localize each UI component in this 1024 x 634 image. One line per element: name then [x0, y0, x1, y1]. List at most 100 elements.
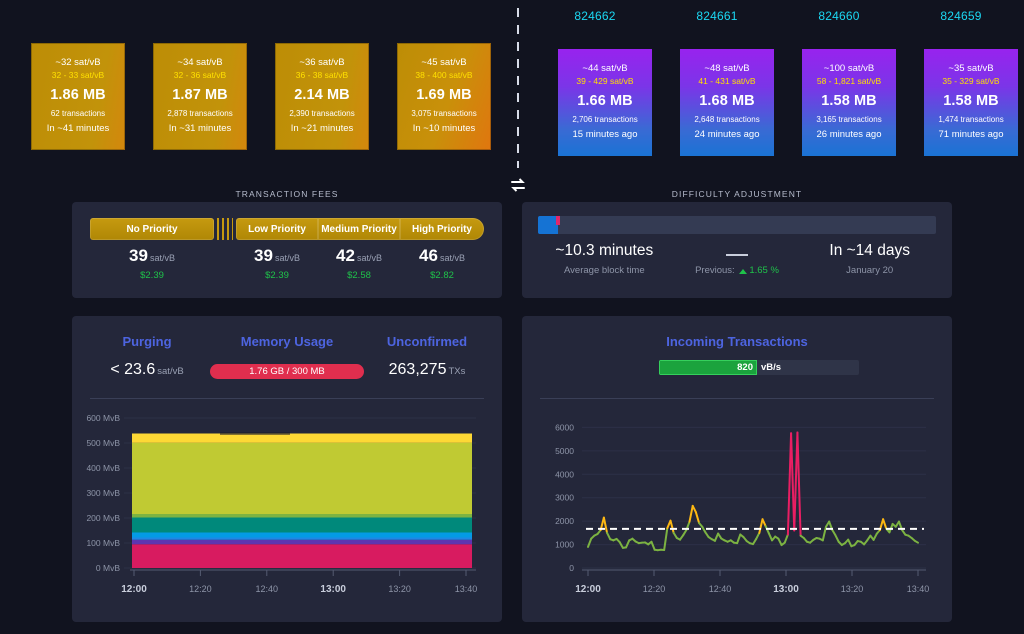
fee-value-gap	[214, 246, 236, 288]
block-eta: In ~10 minutes	[412, 122, 476, 134]
fee-values-row: 39 sat/vB $2.39 39 sat/vB $2.39 42 sat/vB $…	[90, 246, 484, 288]
incoming-transactions-panel: Incoming Transactions 820 vB/s 0 1000 2000…	[522, 316, 952, 622]
svg-text:13:20: 13:20	[388, 584, 411, 594]
median-fee: ~48 sat/vB	[704, 63, 750, 75]
svg-text:12:40: 12:40	[256, 584, 279, 594]
fee-tier-high-priority[interactable]: High Priority	[400, 218, 484, 240]
fee-range: 58 - 1,821 sat/vB	[816, 76, 882, 87]
block-age: 71 minutes ago	[938, 128, 1004, 140]
next-adjustment-stat: In ~14 days January 20	[803, 242, 936, 276]
fee-unit: sat/vB	[439, 253, 465, 263]
fee-bar-gap	[214, 218, 236, 240]
fee-usd: $2.82	[430, 270, 454, 281]
blocks-row: ~32 sat/vB 32 - 33 sat/vB 1.86 MB 62 tra…	[0, 0, 1024, 192]
mempool-stats-panel: Purging < 23.6 sat/vB Memory Usage 1.76 G…	[72, 316, 502, 622]
unconfirmed-value: 263,275	[388, 361, 447, 378]
block-height-link[interactable]: 824660	[789, 9, 889, 23]
divider-dashed-line	[517, 8, 519, 168]
previous-unit: %	[770, 265, 779, 276]
incoming-transactions-chart[interactable]: 0 1000 2000 3000 4000 5000 6000 12:00 12:20 12:40…	[522, 408, 952, 614]
median-fee: ~36 sat/vB	[299, 57, 345, 69]
mempool-block[interactable]: ~34 sat/vB 32 - 36 sat/vB 1.87 MB 2,878 …	[140, 30, 247, 150]
svg-text:400 MvB: 400 MvB	[86, 463, 120, 473]
mempool-area-chart-svg[interactable]: 0 MvB 100 MvB 200 MvB 300 MvB 400 MvB 500 MvB…	[72, 408, 502, 614]
svg-text:0 MvB: 0 MvB	[96, 563, 120, 573]
difficulty-progress-fill	[538, 216, 558, 234]
fee-range: 32 - 33 sat/vB	[51, 70, 105, 81]
mined-block[interactable]: ~48 sat/vB 41 - 431 sat/vB 1.68 MB 2,648…	[667, 36, 774, 156]
svg-text:12:20: 12:20	[189, 584, 212, 594]
block-age: 24 minutes ago	[694, 128, 760, 140]
median-fee: ~44 sat/vB	[582, 63, 628, 75]
mempool-blocks-strip: ~32 sat/vB 32 - 33 sat/vB 1.86 MB 62 tra…	[0, 0, 500, 165]
panel-divider	[90, 398, 484, 399]
block-height-link[interactable]: 824661	[667, 9, 767, 23]
mined-block[interactable]: ~35 sat/vB 35 - 329 sat/vB 1.58 MB 1,474…	[911, 36, 1018, 156]
transaction-count: 2,390 transactions	[289, 108, 355, 118]
fee-range: 36 - 38 sat/vB	[295, 70, 349, 81]
mined-block[interactable]: ~100 sat/vB 58 - 1,821 sat/vB 1.58 MB 3,…	[789, 36, 896, 156]
block-size: 1.68 MB	[699, 92, 755, 109]
mined-block-face[interactable]: ~35 sat/vB 35 - 329 sat/vB 1.58 MB 1,474…	[924, 49, 1018, 156]
difficulty-change-stat: Previous: 1.65 %	[671, 242, 804, 276]
transaction-count: 3,165 transactions	[816, 114, 882, 124]
mined-block-face[interactable]: ~48 sat/vB 41 - 431 sat/vB 1.68 MB 2,648…	[680, 49, 774, 156]
fee-range: 39 - 429 sat/vB	[576, 76, 634, 87]
memory-usage-title: Memory Usage	[240, 334, 334, 349]
svg-text:12:00: 12:00	[575, 584, 601, 595]
block-size: 1.66 MB	[577, 92, 633, 109]
incoming-rate-unit: vB/s	[761, 362, 782, 373]
svg-text:12:40: 12:40	[709, 584, 732, 594]
fee-tier-low-priority[interactable]: Low Priority	[236, 218, 318, 240]
mined-blocks-strip: 824662 ~44 sat/vB 39 - 429 sat/vB 1.66 M…	[535, 0, 1024, 165]
mempool-block-face[interactable]: ~36 sat/vB 36 - 38 sat/vB 2.14 MB 2,390 …	[275, 43, 369, 150]
block-age: 26 minutes ago	[816, 128, 882, 140]
average-block-time-label: Average block time	[564, 265, 645, 276]
svg-text:300 MvB: 300 MvB	[86, 488, 120, 498]
fee-range: 38 - 400 sat/vB	[415, 70, 473, 81]
incoming-rate-fill: 820	[659, 360, 757, 375]
svg-text:5000: 5000	[555, 446, 574, 456]
fee-value-high-priority: 46 sat/vB $2.82	[400, 246, 484, 288]
mempool-size-chart[interactable]: 0 MvB 100 MvB 200 MvB 300 MvB 400 MvB 500 MvB…	[72, 408, 502, 614]
mempool-block[interactable]: ~45 sat/vB 38 - 400 sat/vB 1.69 MB 3,075…	[384, 30, 491, 150]
next-adjustment-date: January 20	[846, 265, 894, 276]
svg-text:0: 0	[569, 563, 574, 573]
fee-unit: sat/vB	[356, 253, 382, 263]
mempool-block-face[interactable]: ~32 sat/vB 32 - 33 sat/vB 1.86 MB 62 tra…	[31, 43, 125, 150]
block-eta: In ~41 minutes	[46, 122, 110, 134]
fee-usd: $2.39	[265, 270, 289, 281]
mempool-stats-row: Purging < 23.6 sat/vB Memory Usage 1.76 G…	[84, 334, 490, 379]
mempool-block-face[interactable]: ~45 sat/vB 38 - 400 sat/vB 1.69 MB 3,075…	[397, 43, 491, 150]
median-fee: ~45 sat/vB	[421, 57, 467, 69]
incoming-line-chart-svg[interactable]: 0 1000 2000 3000 4000 5000 6000 12:00 12:20 12:40…	[522, 408, 952, 614]
mined-block-face[interactable]: ~100 sat/vB 58 - 1,821 sat/vB 1.58 MB 3,…	[802, 49, 896, 156]
svg-text:1000: 1000	[555, 540, 574, 550]
transaction-count: 62 transactions	[50, 108, 106, 118]
mempool-block[interactable]: ~32 sat/vB 32 - 33 sat/vB 1.86 MB 62 tra…	[18, 30, 125, 150]
svg-text:100 MvB: 100 MvB	[86, 538, 120, 548]
mined-block[interactable]: ~44 sat/vB 39 - 429 sat/vB 1.66 MB 2,706…	[545, 36, 652, 156]
block-age: 15 minutes ago	[572, 128, 638, 140]
fee-tier-medium-priority[interactable]: Medium Priority	[318, 218, 400, 240]
next-adjustment-eta: In ~14 days	[829, 242, 910, 259]
block-eta: In ~31 minutes	[168, 122, 232, 134]
svg-text:12:20: 12:20	[643, 584, 666, 594]
svg-text:13:40: 13:40	[907, 584, 930, 594]
fee-tier-no-priority[interactable]: No Priority	[90, 218, 214, 240]
fee-rate: 39	[254, 246, 273, 265]
block-size: 2.14 MB	[294, 86, 350, 103]
mempool-block[interactable]: ~36 sat/vB 36 - 38 sat/vB 2.14 MB 2,390 …	[262, 30, 369, 150]
difficulty-adjustment-panel: ~10.3 minutes Average block time Previou…	[522, 202, 952, 298]
fee-range: 41 - 431 sat/vB	[698, 76, 756, 87]
mempool-block-face[interactable]: ~34 sat/vB 32 - 36 sat/vB 1.87 MB 2,878 …	[153, 43, 247, 150]
mempool-blockchain-divider	[511, 8, 525, 193]
block-height-link[interactable]: 824662	[545, 9, 645, 23]
previous-label: Previous:	[695, 265, 735, 276]
purging-value-wrap: < 23.6 sat/vB	[84, 361, 210, 379]
fee-value-medium-priority: 42 sat/vB $2.58	[318, 246, 400, 288]
incoming-transactions-title: Incoming Transactions	[666, 334, 808, 349]
mined-block-face[interactable]: ~44 sat/vB 39 - 429 sat/vB 1.66 MB 2,706…	[558, 49, 652, 156]
block-height-link[interactable]: 824659	[911, 9, 1011, 23]
mempool-dashboard: ~32 sat/vB 32 - 33 sat/vB 1.86 MB 62 tra…	[0, 0, 1024, 634]
